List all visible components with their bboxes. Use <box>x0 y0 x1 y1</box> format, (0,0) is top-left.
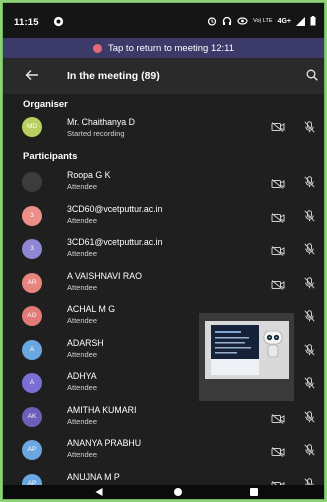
participant-row[interactable]: AR A VAISHNAVI RAO Attendee <box>3 267 324 297</box>
signal-icon <box>296 16 305 26</box>
recents-square-icon[interactable] <box>250 488 258 496</box>
arrow-left-icon[interactable] <box>25 69 39 81</box>
avatar-initials: AK <box>27 412 37 420</box>
search-icon[interactable] <box>306 69 318 81</box>
slide-text-lines <box>215 331 251 354</box>
participant-name: ACHAL M G <box>67 304 116 314</box>
avatar-initials: AP <box>27 446 37 453</box>
alarm-icon <box>207 17 217 26</box>
avatar: A <box>22 339 42 360</box>
mic-off-icon <box>304 175 315 193</box>
participant-role: Attendee <box>67 316 98 325</box>
participant-name: ADARSH <box>67 337 104 348</box>
phone-screen: 11:15 Vo) LTE 4G+ Tap to return to meeti… <box>3 3 324 499</box>
mic-off-icon <box>304 410 315 428</box>
participant-role: Attendee <box>67 416 98 426</box>
participant-name: 3CD60@vcetputtur.ac.in <box>67 203 163 214</box>
app-header: In the meeting (89) <box>3 58 324 94</box>
lte-label: Vo) LTE <box>253 18 273 24</box>
organiser-row[interactable]: MD Mr. Chaithanya D Started recording <box>3 112 324 142</box>
mic-off-icon <box>304 121 315 133</box>
participant-role: Attendee <box>67 249 98 258</box>
participant-role: Attendee <box>67 349 98 359</box>
avatar: AP <box>22 440 42 460</box>
mic-off-icon <box>304 276 315 294</box>
participants-section-label: Participants <box>23 151 78 162</box>
participant-name: ADHYA <box>67 371 97 381</box>
participant-role: Attendee <box>67 215 98 225</box>
participant-name: 3CD61@vcetputtur.ac.in <box>67 237 163 247</box>
video-off-icon <box>271 444 285 462</box>
participant-role: Attendee <box>67 182 98 191</box>
cast-icon <box>237 17 248 25</box>
status-bar: 11:15 Vo) LTE 4G+ <box>3 3 324 38</box>
avatar-initials: A <box>29 379 35 386</box>
mic-off-icon <box>304 309 315 327</box>
avatar: AK <box>22 406 42 427</box>
page-title: In the meeting (89) <box>67 70 160 82</box>
participant-name: AMITHA KUMARI <box>67 404 137 415</box>
slide-footer <box>211 359 259 375</box>
video-off-icon <box>271 243 285 261</box>
avatar-initials: MD <box>26 123 38 130</box>
slide-area <box>211 325 259 359</box>
participant-row[interactable]: Roopa G K Attendee <box>3 166 324 196</box>
battery-icon <box>310 16 316 26</box>
shared-screen-thumbnail <box>205 321 289 379</box>
recording-dot-icon <box>92 43 102 53</box>
sync-icon <box>53 16 64 27</box>
participant-row[interactable]: 3 3CD61@vcetputtur.ac.in Attendee <box>3 233 324 263</box>
status-icons: Vo) LTE 4G+ <box>207 13 316 29</box>
video-off-icon <box>271 210 285 228</box>
participant-role: Attendee <box>67 450 98 459</box>
status-time: 11:15 <box>14 17 39 28</box>
avatar: A <box>22 373 42 393</box>
mic-off-icon <box>304 343 315 361</box>
participant-name: ANANYA PRABHU <box>67 438 142 448</box>
participant-row[interactable]: 3 3CD60@vcetputtur.ac.in Attendee <box>3 200 324 230</box>
organiser-section-label: Organiser <box>23 99 68 110</box>
avatar-initials: 3 <box>30 211 34 219</box>
banner-text: Tap to return to meeting 12:11 <box>107 42 235 54</box>
avatar-initials: AG <box>27 312 37 319</box>
video-off-icon <box>271 122 285 132</box>
system-nav-bar <box>3 485 324 499</box>
return-to-meeting-banner[interactable]: Tap to return to meeting 12:11 <box>3 38 324 58</box>
participant-name: ANUJNA M P <box>67 471 120 482</box>
avatar: 3 <box>22 239 42 259</box>
shared-screen-preview[interactable] <box>199 313 294 401</box>
avatar: AR <box>22 272 42 293</box>
avatar: MD <box>22 117 42 137</box>
avatar-initials: A <box>29 345 35 353</box>
video-off-icon <box>271 411 285 429</box>
avatar: 3 <box>22 205 42 226</box>
mic-off-icon <box>304 443 315 461</box>
back-triangle-icon[interactable] <box>95 488 103 496</box>
participant-row[interactable]: AP ANANYA PRABHU Attendee <box>3 434 324 464</box>
robot-image <box>263 330 283 358</box>
participant-name: Roopa G K <box>67 170 111 180</box>
headset-icon <box>222 16 232 25</box>
mic-off-icon <box>304 242 315 260</box>
mic-off-icon <box>304 209 315 227</box>
mic-off-icon <box>304 376 315 394</box>
participant-name: A VAISHNAVI RAO <box>67 270 142 281</box>
participant-row[interactable]: AK AMITHA KUMARI Attendee <box>3 401 324 431</box>
home-circle-icon[interactable] <box>174 488 182 496</box>
avatar: AG <box>22 306 42 326</box>
avatar-initials: AR <box>27 278 37 286</box>
participant-role: Attendee <box>67 282 98 292</box>
avatar <box>22 172 42 192</box>
video-off-icon <box>271 277 285 295</box>
participant-role: Started recording <box>67 129 125 138</box>
video-off-icon <box>271 176 285 194</box>
participant-name: Mr. Chaithanya D <box>67 117 135 127</box>
network-label: 4G+ <box>277 17 291 25</box>
participant-role: Attendee <box>67 383 98 392</box>
avatar-initials: 3 <box>30 245 34 252</box>
